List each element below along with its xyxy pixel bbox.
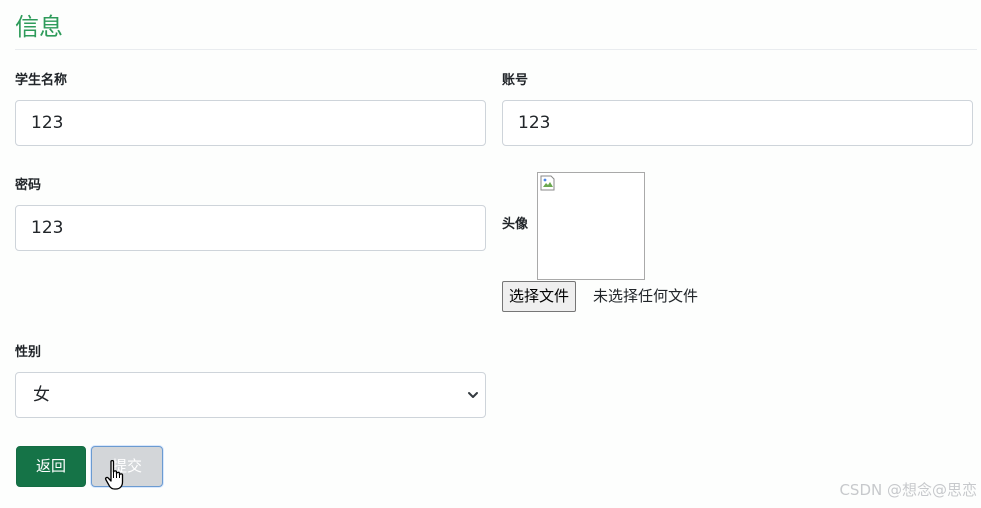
- account-input[interactable]: 123: [502, 100, 973, 146]
- gender-select-value: 女: [33, 385, 50, 405]
- password-label: 密码: [15, 178, 42, 193]
- file-status-text: 未选择任何文件: [593, 287, 699, 305]
- csdn-watermark: CSDN @想念@思恋: [839, 481, 977, 499]
- title-divider: [15, 49, 977, 50]
- student-name-input[interactable]: 123: [15, 100, 486, 146]
- account-label: 账号: [502, 73, 529, 88]
- back-button[interactable]: 返回: [16, 446, 86, 487]
- password-input[interactable]: 123: [15, 205, 486, 251]
- avatar-label: 头像: [502, 217, 529, 232]
- student-name-label: 学生名称: [15, 73, 68, 88]
- broken-image-icon: [540, 175, 555, 191]
- chevron-down-icon: [468, 392, 478, 398]
- page-title: 信息: [15, 13, 63, 41]
- avatar-image: [537, 172, 645, 280]
- gender-select[interactable]: 女: [15, 372, 486, 418]
- gender-label: 性别: [15, 345, 42, 360]
- hand-pointer-cursor-icon: [104, 459, 124, 490]
- choose-file-button[interactable]: 选择文件: [502, 281, 577, 312]
